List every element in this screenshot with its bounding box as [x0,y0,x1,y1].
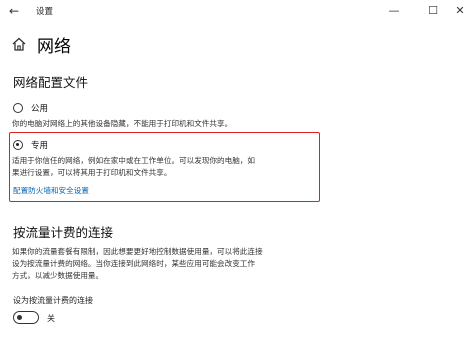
title-bar: ← 设置 — ☐ ✕ [0,0,474,22]
metered-toggle-state: 关 [47,314,55,323]
metered-toggle-label: 设为按流量计费的连接 [13,296,93,305]
radio-private-label[interactable]: 专用 [31,139,48,151]
metered-description-line-2: 设为按流量计费的网络。当你连接到此网络时，某些应用可能会改变工作 [12,259,255,268]
radio-public[interactable] [13,103,23,113]
cut-off-text [13,333,283,338]
toggle-knob [17,314,22,320]
private-description-line-1: 适用于你信任的网络，例如在家中或在工作单位。可以发现你的电脑，如 [12,156,255,165]
radio-private[interactable] [13,140,23,150]
private-description-line-2: 果进行设置，可以将其用于打印机和文件共享。 [12,168,172,177]
home-icon[interactable] [11,36,27,52]
network-profile-heading: 网络配置文件 [13,75,89,90]
metered-description-line-3: 方式，以减少数据使用量。 [12,271,104,280]
maximize-button[interactable]: ☐ [424,2,442,19]
metered-description-line-1: 如果你的流量套餐有限制，因此想要更好地控制数据使用量，可以将此连接 [12,247,263,256]
public-description: 你的电脑对网络上的其他设备隐藏，不能用于打印机和文件共享。 [12,119,233,128]
page-title: 网络 [37,37,71,57]
window-title: 设置 [36,7,54,17]
close-button[interactable]: ✕ [451,2,469,19]
metered-toggle[interactable] [13,311,39,324]
metered-connection-heading: 按流量计费的连接 [13,225,114,240]
firewall-settings-link[interactable]: 配置防火墙和安全设置 [13,185,89,196]
minimize-button[interactable]: — [385,2,403,19]
radio-public-label[interactable]: 公用 [31,102,48,114]
back-arrow-icon[interactable]: ← [9,4,19,18]
